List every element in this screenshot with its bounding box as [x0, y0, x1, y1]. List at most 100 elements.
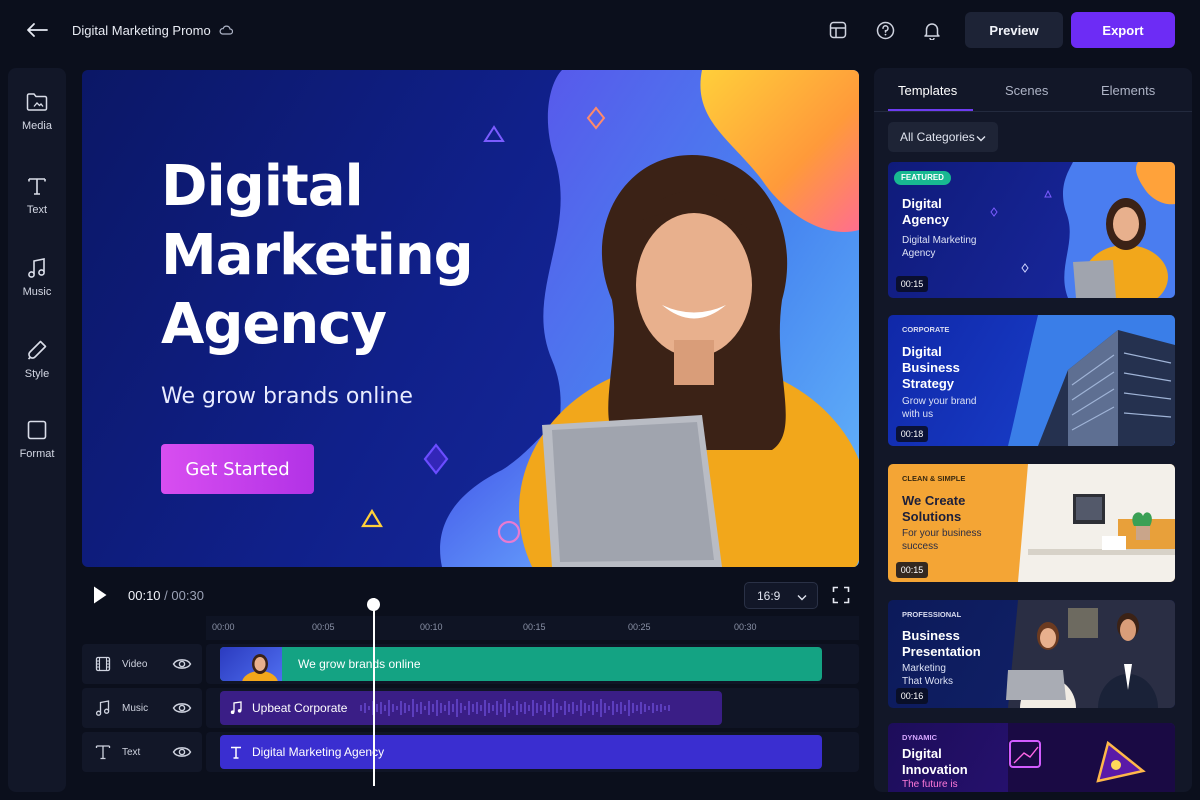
panel-tabs: Templates Scenes Elements: [874, 68, 1192, 112]
back-button[interactable]: [24, 17, 50, 43]
sidebar-item-music[interactable]: Music: [8, 256, 66, 320]
template-card[interactable]: DYNAMIC Digital Innovation The future is…: [888, 723, 1175, 792]
tab-elements[interactable]: Elements: [1101, 83, 1155, 98]
track-video: Video We grow brands online: [82, 644, 859, 684]
help-icon[interactable]: [873, 18, 897, 42]
clip-label: Digital Marketing Agency: [252, 745, 385, 759]
folder-icon: [25, 90, 49, 114]
active-tab-indicator: [888, 109, 973, 111]
template-subtitle: Digital Marketing Agency: [902, 235, 977, 259]
ruler-tick-label: 00:25: [628, 622, 651, 632]
template-duration: 00:15: [896, 562, 928, 578]
category-select[interactable]: All Categories: [888, 122, 998, 152]
template-tag: CLEAN & SIMPLE: [902, 474, 966, 483]
total-time: 00:30: [171, 588, 204, 603]
track-name: Video: [122, 658, 148, 670]
cloud-icon: [219, 25, 233, 35]
eye-icon[interactable]: [172, 699, 192, 717]
music-icon: [25, 256, 49, 280]
sidebar-item-label: Format: [19, 448, 55, 460]
sidebar-item-format[interactable]: Format: [8, 418, 66, 482]
sidebar-item-label: Music: [22, 286, 52, 298]
canvas-cta-button[interactable]: Get Started: [161, 444, 314, 494]
tool-sidebar: Media Text Music Style Format: [8, 68, 66, 792]
frame-icon: [25, 418, 49, 442]
template-subtitle: Marketing That Works: [902, 663, 953, 687]
ruler-tick-label: 00:00: [212, 622, 235, 632]
clip-label: We grow brands online: [298, 657, 421, 671]
preview-button[interactable]: Preview: [965, 12, 1063, 48]
sidebar-item-style[interactable]: Style: [8, 338, 66, 402]
sidebar-item-media[interactable]: Media: [8, 90, 66, 154]
time-display: 00:10 / 00:30: [128, 588, 204, 603]
ruler-tick-label: 00:05: [312, 622, 335, 632]
template-title: We Create Solutions: [902, 493, 966, 524]
timeline: 00:00 00:05 00:10 00:15 00:25 00:30 Vide…: [82, 616, 859, 792]
track-name: Music: [122, 702, 149, 714]
track-header: Text: [82, 732, 202, 772]
eye-icon[interactable]: [172, 743, 192, 761]
ruler-tick-label: 00:15: [523, 622, 546, 632]
sidebar-item-text[interactable]: Text: [8, 174, 66, 238]
template-card[interactable]: CLEAN & SIMPLE We Create Solutions For y…: [888, 464, 1175, 582]
sidebar-item-label: Media: [22, 120, 52, 132]
template-title: Digital Business Strategy: [902, 344, 960, 391]
track-header: Music: [82, 688, 202, 728]
template-tag: FEATURED: [894, 171, 951, 185]
template-duration: 00:16: [896, 688, 928, 704]
templates-panel: Templates Scenes Elements All Categories…: [874, 68, 1192, 792]
template-title: Business Presentation: [902, 628, 981, 659]
bell-icon[interactable]: [920, 18, 944, 42]
template-tag: DYNAMIC: [902, 733, 937, 742]
template-card[interactable]: FEATURED Digital Agency Digital Marketin…: [888, 162, 1175, 298]
sidebar-item-label: Style: [24, 368, 50, 380]
playhead[interactable]: [373, 598, 375, 786]
template-title: Digital Agency: [902, 196, 949, 227]
text-icon: [230, 746, 244, 759]
eye-icon[interactable]: [172, 655, 192, 673]
template-subtitle: For your business success: [902, 528, 982, 552]
music-note-icon: [230, 701, 244, 715]
video-clip[interactable]: We grow brands online: [220, 647, 822, 681]
music-clip[interactable]: Upbeat Corporate: [220, 691, 722, 725]
fullscreen-icon: [832, 586, 850, 604]
timeline-ruler[interactable]: 00:00 00:05 00:10 00:15 00:25 00:30: [206, 616, 859, 640]
track-header: Video: [82, 644, 202, 684]
palette-icon: [25, 338, 49, 362]
track-text: Text Digital Marketing Agency: [82, 732, 859, 772]
music-icon: [94, 699, 112, 717]
canvas-subtitle[interactable]: We grow brands online: [161, 384, 413, 409]
play-button[interactable]: [92, 585, 112, 607]
export-button[interactable]: Export: [1071, 12, 1175, 48]
tab-templates[interactable]: Templates: [898, 83, 957, 98]
arrow-left-icon: [27, 23, 48, 37]
category-value: All Categories: [900, 130, 975, 144]
text-icon: [94, 743, 112, 761]
time-separator: /: [164, 588, 168, 603]
ruler-tick-label: 00:10: [420, 622, 443, 632]
chevron-down-icon: [976, 131, 986, 145]
layout-icon[interactable]: [826, 18, 850, 42]
playhead-handle[interactable]: [367, 598, 380, 611]
template-tag: PROFESSIONAL: [902, 610, 962, 619]
text-icon: [25, 174, 49, 198]
template-subtitle: Grow your brand with us: [902, 396, 977, 420]
template-duration: 00:18: [896, 426, 928, 442]
template-card[interactable]: PROFESSIONAL Business Presentation Marke…: [888, 600, 1175, 708]
fullscreen-button[interactable]: [832, 586, 852, 606]
template-card[interactable]: CORPORATE Digital Business Strategy Grow…: [888, 315, 1175, 446]
aspect-ratio-select[interactable]: 16:9: [744, 582, 818, 609]
chevron-down-icon: [797, 590, 807, 604]
template-subtitle: The future is digital: [902, 779, 958, 790]
track-music: Music Upbeat Corporate: [82, 688, 859, 728]
aspect-ratio-value: 16:9: [757, 588, 781, 603]
play-icon: [94, 586, 107, 604]
canvas-headline[interactable]: Digital Marketing Agency: [161, 152, 501, 359]
tab-scenes[interactable]: Scenes: [1005, 83, 1048, 98]
current-time: 00:10: [128, 588, 161, 603]
video-canvas[interactable]: Digital Marketing Agency We grow brands …: [82, 70, 859, 567]
text-clip[interactable]: Digital Marketing Agency: [220, 735, 822, 769]
template-tag: CORPORATE: [902, 325, 950, 334]
clip-thumbnail: [220, 647, 282, 681]
project-title[interactable]: Digital Marketing Promo: [72, 23, 211, 38]
